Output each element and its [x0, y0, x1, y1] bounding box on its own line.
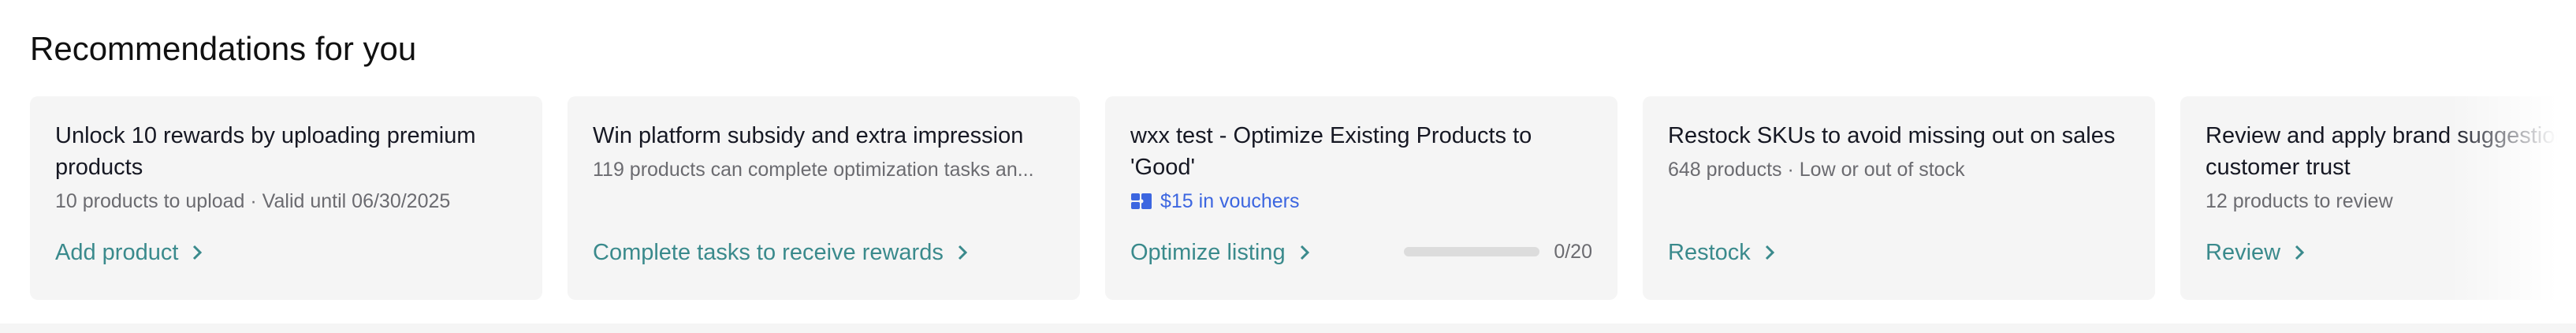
section-title: Recommendations for you [30, 30, 417, 67]
action-label: Optimize listing [1130, 240, 1286, 265]
chevron-right-icon [1765, 245, 1774, 260]
chevron-right-icon [958, 245, 967, 260]
progress-count: 0/20 [1554, 241, 1592, 263]
optimization-progress: 0/20 [1404, 238, 1592, 265]
recommendation-card-restock[interactable]: Restock SKUs to avoid missing out on sal… [1643, 96, 2155, 300]
card-subtitle: 10 products to upload · Valid until 06/3… [55, 190, 451, 212]
voucher-text: $15 in vouchers [1160, 190, 1300, 212]
progress-bar [1404, 247, 1540, 256]
restock-link[interactable]: Restock [1668, 237, 1776, 268]
recommendation-cards: Unlock 10 rewards by uploading premium p… [30, 96, 2576, 300]
card-title: wxx test - Optimize Existing Products to… [1130, 123, 1532, 180]
review-link[interactable]: Review [2206, 237, 2306, 268]
card-title: Unlock 10 rewards by uploading premium p… [55, 123, 476, 180]
card-title: Restock SKUs to avoid missing out on sal… [1668, 123, 2116, 148]
chevron-right-icon [193, 245, 203, 260]
recommendation-card-optimize[interactable]: wxx test - Optimize Existing Products to… [1105, 96, 1617, 300]
card-subtitle: 12 products to review [2206, 190, 2393, 212]
chevron-right-icon [1300, 245, 1309, 260]
voucher-icon [1131, 193, 1152, 209]
complete-tasks-link[interactable]: Complete tasks to receive rewards [593, 237, 969, 268]
action-label: Review [2206, 240, 2281, 265]
chevron-right-icon [2295, 245, 2305, 260]
recommendation-card-brand[interactable]: Review and apply brand suggestions to bu… [2180, 96, 2576, 300]
add-product-link[interactable]: Add product [55, 237, 203, 268]
card-subtitle: 119 products can complete optimization t… [593, 159, 1034, 181]
action-label: Complete tasks to receive rewards [593, 240, 944, 265]
action-label: Add product [55, 240, 179, 265]
card-title: Win platform subsidy and extra impressio… [593, 123, 1024, 148]
voucher-badge: $15 in vouchers [1130, 188, 1592, 215]
recommendations-panel: Recommendations for you Unlock 10 reward… [0, 0, 2576, 324]
optimize-listing-link[interactable]: Optimize listing [1130, 237, 1311, 268]
action-label: Restock [1668, 240, 1751, 265]
card-subtitle: 648 products · Low or out of stock [1668, 159, 1965, 181]
recommendation-card-upload[interactable]: Unlock 10 rewards by uploading premium p… [30, 96, 542, 300]
card-title: Review and apply brand suggestions to bu… [2206, 123, 2576, 180]
recommendation-card-subsidy[interactable]: Win platform subsidy and extra impressio… [568, 96, 1080, 300]
